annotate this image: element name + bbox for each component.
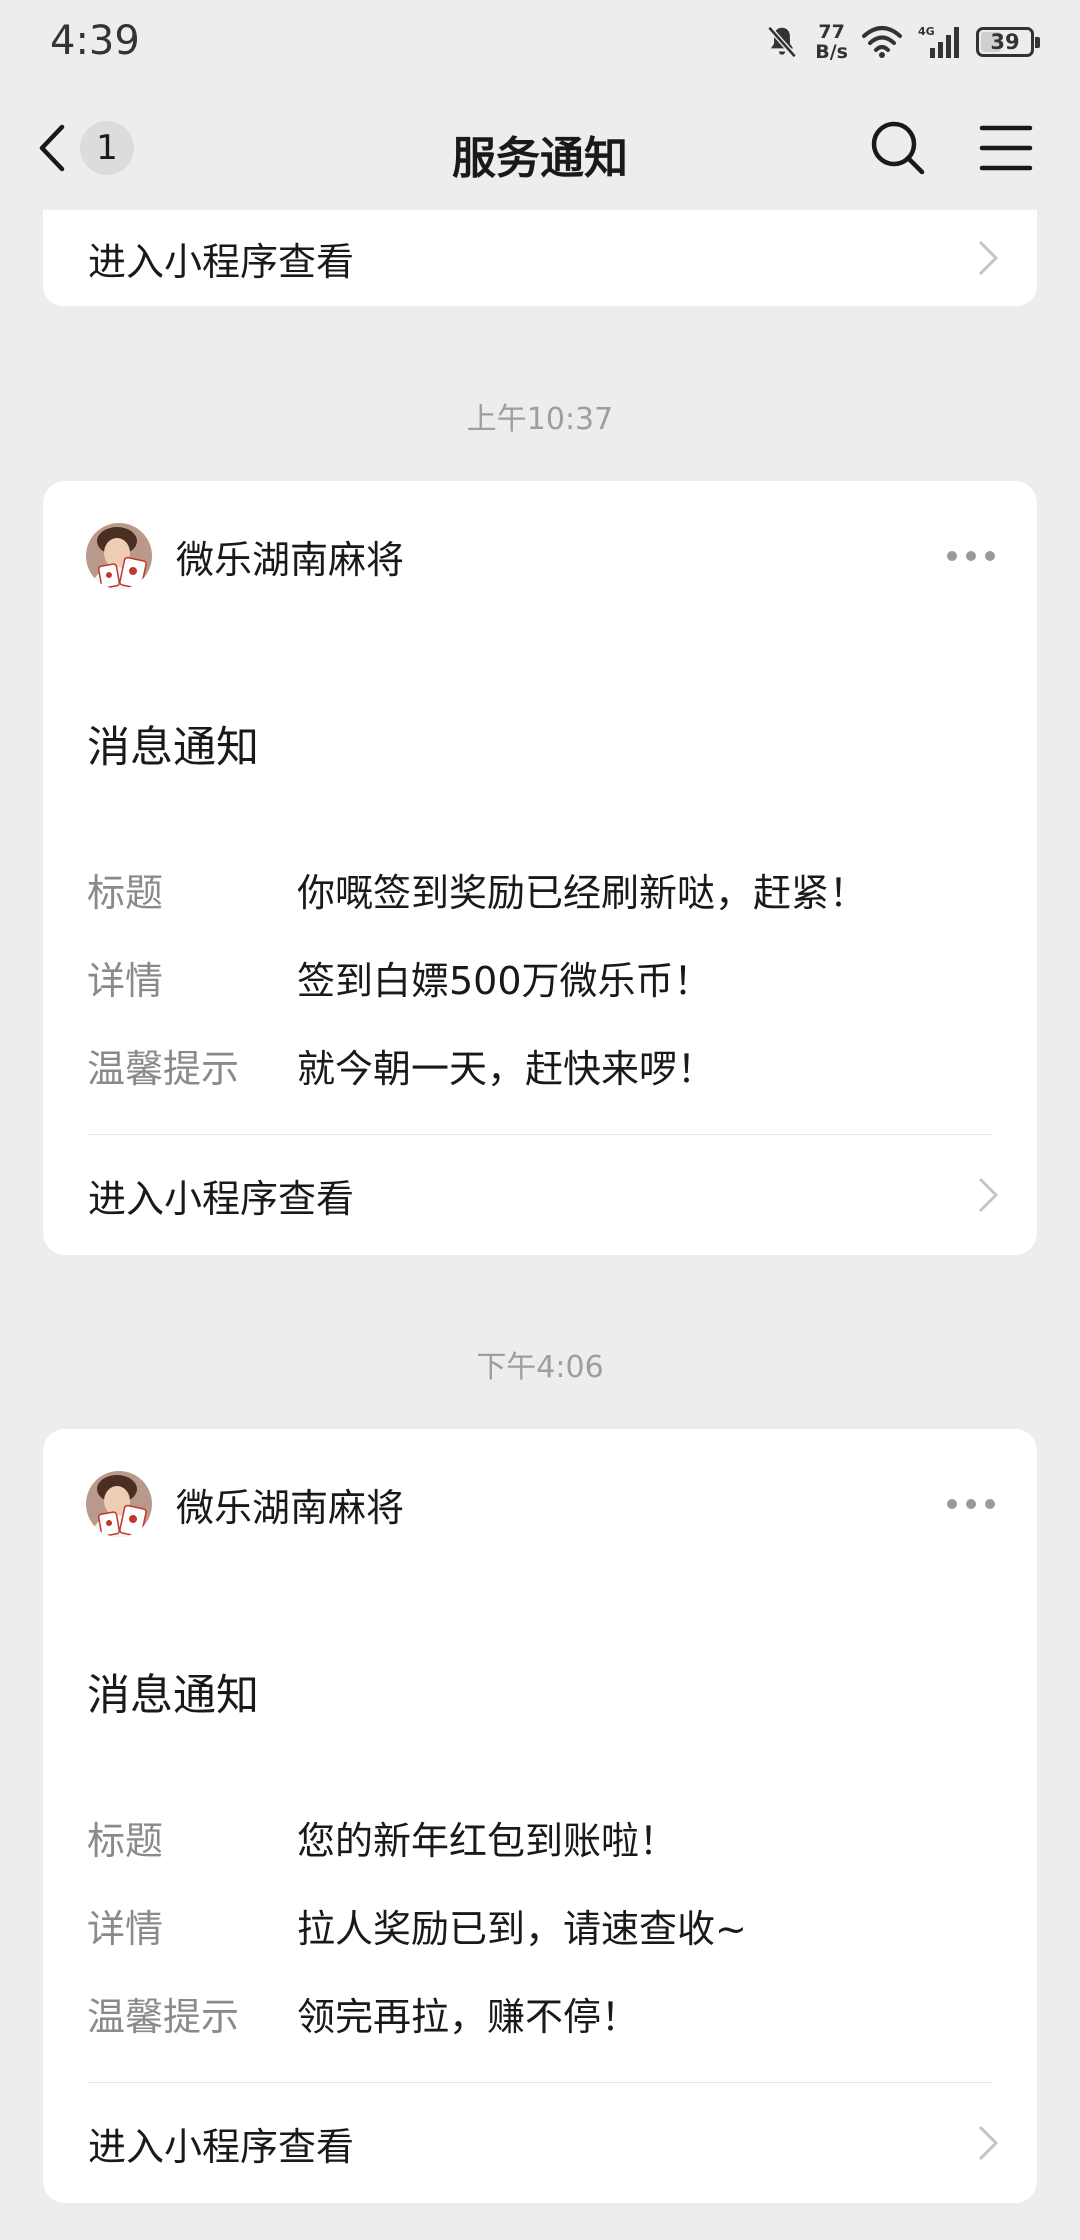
network-type-label: 4G [918, 25, 935, 38]
network-speed-value: 77 [818, 21, 845, 43]
field-row-tip: 温馨提示 领完再拉，赚不停！ [87, 1985, 997, 2041]
network-speed: 77 B/s [815, 22, 848, 62]
field-row-tip: 温馨提示 就今朝一天，赶快来啰！ [87, 1037, 997, 1093]
field-value: 签到白嫖500万微乐币！ [297, 958, 712, 1003]
chevron-right-icon [978, 2125, 999, 2161]
field-value: 你嘅签到奖励已经刷新哒，赶紧！ [297, 870, 868, 915]
battery-level: 39 [990, 30, 1020, 54]
message-list[interactable]: 进入小程序查看 上午10:37 微乐湖南麻将 消息通知 标题 你嘅签到奖励已经刷… [0, 210, 1080, 2240]
field-value: 您的新年红包到账啦！ [297, 1818, 678, 1863]
open-mini-program-link[interactable]: 进入小程序查看 [43, 2083, 1037, 2203]
sender-name: 微乐湖南麻将 [176, 1485, 405, 1530]
field-row-detail: 详情 签到白嫖500万微乐币！ [87, 949, 997, 1005]
sender-avatar-image [86, 523, 152, 589]
field-value: 就今朝一天，赶快来啰！ [297, 1046, 716, 1091]
mute-bell-icon [767, 25, 797, 59]
message-card-header: 微乐湖南麻将 [86, 1469, 997, 1539]
menu-icon[interactable] [976, 118, 1036, 178]
network-speed-unit: B/s [815, 41, 848, 63]
more-options-icon[interactable] [945, 549, 997, 563]
message-card[interactable]: 微乐湖南麻将 消息通知 标题 你嘅签到奖励已经刷新哒，赶紧！ 详情 签到白嫖50… [43, 481, 1037, 1255]
open-mini-program-link[interactable]: 进入小程序查看 [43, 1135, 1037, 1255]
field-label: 详情 [87, 958, 164, 1003]
message-card[interactable]: 微乐湖南麻将 消息通知 标题 您的新年红包到账啦！ 详情 拉人奖励已到，请速查收… [43, 1429, 1037, 2203]
avatar[interactable] [86, 1471, 152, 1537]
field-value: 领完再拉，赚不停！ [297, 1994, 640, 2039]
avatar[interactable] [86, 523, 152, 589]
field-label: 标题 [87, 1818, 164, 1863]
sender-name: 微乐湖南麻将 [176, 537, 405, 582]
field-label: 详情 [87, 1906, 164, 1951]
service-notifications-screen: 4:39 77 B/s 4G 39 1 服务通知 进入小程序查看 上午10:37… [0, 0, 1080, 2240]
open-mini-program-label: 进入小程序查看 [88, 239, 355, 284]
battery-icon: 39 [976, 27, 1040, 57]
field-row-title: 标题 您的新年红包到账啦！ [87, 1809, 997, 1865]
status-bar: 4:39 77 B/s 4G 39 [0, 0, 1080, 86]
sender-avatar-image [86, 1471, 152, 1537]
more-options-icon[interactable] [945, 1497, 997, 1511]
field-row-detail: 详情 拉人奖励已到，请速查收~ [87, 1897, 997, 1953]
open-mini-program-link[interactable]: 进入小程序查看 [43, 210, 1037, 306]
status-icons: 77 B/s 4G 39 [763, 18, 1040, 66]
field-label: 标题 [87, 870, 164, 915]
message-title: 消息通知 [87, 1671, 259, 1721]
message-title: 消息通知 [87, 723, 259, 773]
message-timestamp: 上午10:37 [466, 402, 614, 437]
status-time: 4:39 [50, 18, 140, 64]
chevron-right-icon [978, 240, 999, 276]
message-timestamp: 下午4:06 [476, 1350, 604, 1385]
field-label: 温馨提示 [87, 1994, 240, 2039]
previous-message-card: 进入小程序查看 [43, 210, 1037, 306]
chevron-right-icon [978, 1177, 999, 1213]
field-row-title: 标题 你嘅签到奖励已经刷新哒，赶紧！ [87, 861, 997, 917]
open-mini-program-label: 进入小程序查看 [88, 2124, 355, 2169]
navigation-bar: 1 服务通知 [0, 86, 1080, 210]
field-value: 拉人奖励已到，请速查收~ [297, 1906, 747, 1951]
wifi-icon [862, 26, 902, 58]
field-label: 温馨提示 [87, 1046, 240, 1091]
search-icon[interactable] [868, 118, 928, 178]
open-mini-program-label: 进入小程序查看 [88, 1176, 355, 1221]
message-card-header: 微乐湖南麻将 [86, 521, 997, 591]
cellular-signal-icon: 4G [918, 25, 959, 58]
